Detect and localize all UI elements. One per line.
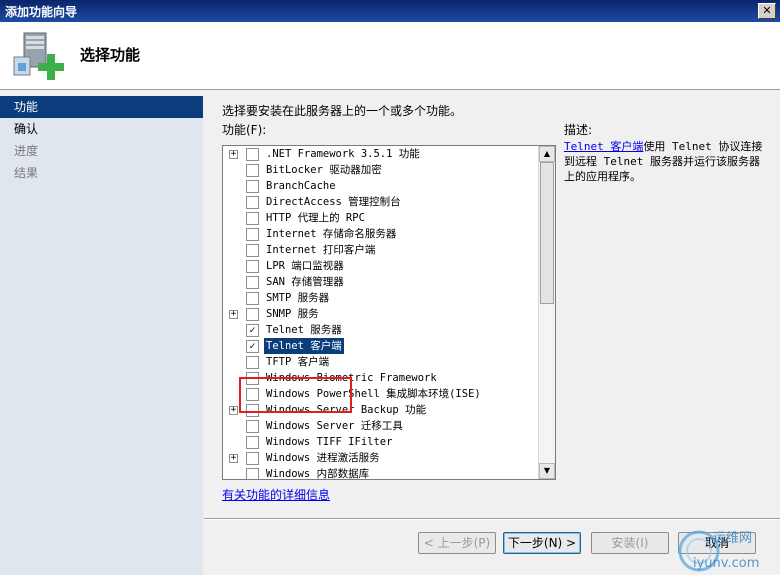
- description-text: Telnet 客户端使用 Telnet 协议连接到远程 Telnet 服务器并运…: [564, 139, 764, 184]
- scroll-thumb[interactable]: [540, 162, 554, 304]
- feature-label[interactable]: Telnet 服务器: [264, 322, 344, 338]
- watermark-text-cn: 运维网: [713, 531, 752, 546]
- feature-row[interactable]: BranchCache: [223, 178, 539, 194]
- feature-label[interactable]: Internet 存储命名服务器: [264, 226, 398, 242]
- feature-row[interactable]: HTTP 代理上的 RPC: [223, 210, 539, 226]
- feature-row[interactable]: SMTP 服务器: [223, 290, 539, 306]
- feature-row[interactable]: Windows Server 迁移工具: [223, 418, 539, 434]
- feature-label[interactable]: Windows 内部数据库: [264, 466, 371, 479]
- expand-plus-icon[interactable]: +: [229, 310, 238, 319]
- feature-label[interactable]: Windows 进程激活服务: [264, 450, 382, 466]
- feature-row[interactable]: BitLocker 驱动器加密: [223, 162, 539, 178]
- feature-row[interactable]: Internet 打印客户端: [223, 242, 539, 258]
- feature-checkbox[interactable]: [246, 292, 259, 305]
- scroll-down-arrow-icon[interactable]: ▼: [539, 463, 555, 479]
- feature-checkbox[interactable]: [246, 148, 259, 161]
- prev-button[interactable]: < 上一步(P): [418, 532, 496, 554]
- nav-step-progress: 进度: [14, 144, 39, 158]
- feature-row[interactable]: TFTP 客户端: [223, 354, 539, 370]
- expand-plus-icon[interactable]: +: [229, 406, 238, 415]
- feature-label[interactable]: Windows TIFF IFilter: [264, 434, 394, 450]
- feature-label[interactable]: SMTP 服务器: [264, 290, 331, 306]
- window-title: 添加功能向导: [5, 5, 78, 19]
- feature-label[interactable]: SAN 存储管理器: [264, 274, 346, 290]
- feature-row[interactable]: LPR 端口监视器: [223, 258, 539, 274]
- feature-label[interactable]: Windows Server 迁移工具: [264, 418, 405, 434]
- button-separator: [204, 518, 780, 520]
- features-tree-list[interactable]: + .NET Framework 3.5.1 功能 BitLocker 驱动器加密 B…: [222, 145, 556, 480]
- feature-checkbox[interactable]: ✓: [246, 340, 259, 353]
- next-button[interactable]: 下一步(N) >: [503, 532, 581, 554]
- nav-step-confirm[interactable]: 确认: [0, 118, 203, 140]
- description-label: 描述:: [564, 123, 593, 137]
- feature-row[interactable]: + SNMP 服务: [223, 306, 539, 322]
- intro-text: 选择要安装在此服务器上的一个或多个功能。: [222, 104, 463, 118]
- nav-step-features[interactable]: 功能: [0, 96, 203, 118]
- feature-checkbox[interactable]: [246, 436, 259, 449]
- feature-checkbox[interactable]: [246, 308, 259, 321]
- feature-row[interactable]: Windows 内部数据库: [223, 466, 539, 479]
- feature-label[interactable]: Windows Biometric Framework: [264, 370, 439, 386]
- server-add-icon: [13, 32, 64, 80]
- feature-row[interactable]: DirectAccess 管理控制台: [223, 194, 539, 210]
- feature-row[interactable]: SAN 存储管理器: [223, 274, 539, 290]
- feature-label[interactable]: SNMP 服务: [264, 306, 321, 322]
- close-button[interactable]: ✕: [758, 3, 776, 19]
- feature-row[interactable]: Windows Biometric Framework: [223, 370, 539, 386]
- expand-plus-icon[interactable]: +: [229, 150, 238, 159]
- feature-checkbox[interactable]: [246, 164, 259, 177]
- expand-plus-icon[interactable]: +: [229, 454, 238, 463]
- feature-checkbox[interactable]: [246, 212, 259, 225]
- feature-checkbox[interactable]: [246, 468, 259, 479]
- feature-label[interactable]: Windows PowerShell 集成脚本环境(ISE): [264, 386, 483, 402]
- feature-label[interactable]: HTTP 代理上的 RPC: [264, 210, 367, 226]
- feature-row[interactable]: + Windows Server Backup 功能: [223, 402, 539, 418]
- feature-checkbox[interactable]: [246, 372, 259, 385]
- add-features-wizard-window: 添加功能向导 ✕ 选择功能 功能 确认 进度 结果 选择要安装在此服务器上的一个…: [0, 0, 780, 575]
- feature-checkbox[interactable]: [246, 196, 259, 209]
- feature-row[interactable]: Windows PowerShell 集成脚本环境(ISE): [223, 386, 539, 402]
- feature-checkbox[interactable]: [246, 356, 259, 369]
- feature-label[interactable]: TFTP 客户端: [264, 354, 331, 370]
- feature-label[interactable]: Windows Server Backup 功能: [264, 402, 428, 418]
- wizard-steps-nav: 功能 确认 进度 结果: [0, 96, 203, 575]
- feature-checkbox[interactable]: [246, 260, 259, 273]
- features-list-label: 功能(F):: [222, 123, 267, 137]
- site-watermark-logo: 运维网 iyunv.com: [678, 530, 759, 572]
- feature-row[interactable]: ✓ Telnet 服务器: [223, 322, 539, 338]
- feature-checkbox[interactable]: [246, 244, 259, 257]
- install-button[interactable]: 安装(I): [591, 532, 669, 554]
- wizard-header: 选择功能: [0, 22, 780, 90]
- feature-row[interactable]: + Windows 进程激活服务: [223, 450, 539, 466]
- feature-checkbox[interactable]: [246, 228, 259, 241]
- more-info-link[interactable]: 有关功能的详细信息: [222, 486, 330, 503]
- feature-label[interactable]: BitLocker 驱动器加密: [264, 162, 384, 178]
- title-bar[interactable]: 添加功能向导 ✕: [0, 0, 780, 22]
- feature-label[interactable]: .NET Framework 3.5.1 功能: [264, 146, 422, 162]
- feature-row[interactable]: Internet 存储命名服务器: [223, 226, 539, 242]
- feature-checkbox[interactable]: [246, 180, 259, 193]
- feature-row[interactable]: ✓ Telnet 客户端: [223, 338, 539, 354]
- feature-checkbox[interactable]: [246, 388, 259, 401]
- feature-label[interactable]: LPR 端口监视器: [264, 258, 346, 274]
- description-feature-link[interactable]: Telnet 客户端: [564, 140, 643, 153]
- feature-checkbox[interactable]: [246, 420, 259, 433]
- feature-label[interactable]: DirectAccess 管理控制台: [264, 194, 403, 210]
- feature-checkbox[interactable]: [246, 276, 259, 289]
- feature-row[interactable]: Windows TIFF IFilter: [223, 434, 539, 450]
- feature-checkbox[interactable]: [246, 452, 259, 465]
- feature-label[interactable]: Telnet 客户端: [264, 338, 344, 354]
- vertical-scrollbar[interactable]: ▲ ▼: [538, 146, 555, 479]
- feature-label[interactable]: BranchCache: [264, 178, 338, 194]
- nav-step-results: 结果: [14, 166, 39, 180]
- features-tree-rows: + .NET Framework 3.5.1 功能 BitLocker 驱动器加密 B…: [223, 146, 539, 479]
- watermark-text-domain: iyunv.com: [693, 556, 759, 571]
- scroll-up-arrow-icon[interactable]: ▲: [539, 146, 555, 162]
- feature-checkbox[interactable]: ✓: [246, 324, 259, 337]
- feature-checkbox[interactable]: [246, 404, 259, 417]
- feature-row[interactable]: + .NET Framework 3.5.1 功能: [223, 146, 539, 162]
- feature-label[interactable]: Internet 打印客户端: [264, 242, 377, 258]
- wizard-content: 选择要安装在此服务器上的一个或多个功能。 功能(F): + .NET Framew…: [203, 90, 780, 575]
- page-title: 选择功能: [80, 46, 141, 64]
